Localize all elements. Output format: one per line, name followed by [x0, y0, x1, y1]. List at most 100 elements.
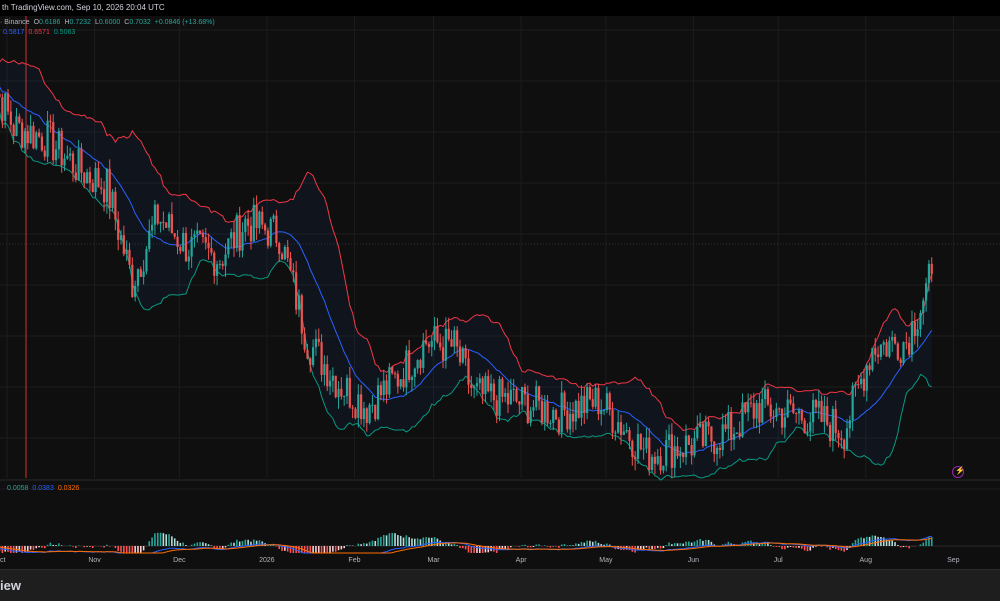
candle-body — [131, 264, 134, 297]
candle-body — [747, 402, 750, 413]
candle-body — [182, 232, 185, 252]
candle-body — [594, 387, 597, 407]
legend-low-value: 0.6000 — [98, 19, 121, 26]
candle-body — [529, 410, 532, 424]
candle-body — [430, 340, 433, 347]
candle-body — [665, 440, 668, 466]
candle-body — [57, 130, 60, 150]
price-chart[interactable]: ct Nov Dec 2026 Feb Mar Apr May Jun Jul Aug Sep — [0, 16, 1000, 569]
candle-body — [521, 386, 524, 405]
x-axis-tick-label: Jun — [688, 557, 699, 564]
candle-body — [735, 432, 738, 434]
candle-body — [470, 384, 473, 389]
candle-body — [732, 433, 736, 440]
candle-body — [758, 403, 761, 423]
candle-body — [882, 342, 885, 345]
candle-body — [37, 132, 41, 137]
candle-body — [673, 446, 676, 468]
x-axis-tick-label: May — [599, 557, 613, 564]
candle-body — [755, 403, 758, 419]
macd-signal-value: 0.0326 — [57, 485, 80, 492]
macd-hist-value: 0.0058 — [7, 485, 29, 492]
candle-body — [908, 342, 911, 355]
candle-body — [851, 385, 854, 421]
candle-body — [713, 441, 716, 455]
candle-body — [916, 329, 919, 337]
candle-body — [221, 263, 224, 266]
candle-body — [489, 383, 493, 392]
candle-body — [125, 249, 128, 255]
candle-body — [481, 378, 484, 395]
candle-body — [690, 445, 693, 456]
candle-body — [365, 408, 368, 423]
x-axis-tick-label: Jul — [774, 557, 783, 564]
candle-body — [35, 132, 38, 149]
candle-body — [605, 393, 608, 411]
candle-body — [656, 456, 659, 464]
alert-lightning-button[interactable]: ⚡ — [952, 466, 965, 478]
candle-body — [447, 328, 450, 340]
candle-body — [145, 249, 148, 272]
candle-body — [230, 232, 233, 239]
candle-body — [179, 246, 182, 252]
candle-body — [368, 404, 371, 423]
candle-body — [628, 430, 631, 441]
candle-body — [269, 218, 272, 246]
candle-body — [600, 410, 603, 415]
candle-body — [535, 386, 538, 408]
candle-body — [464, 348, 467, 359]
candle-body — [74, 172, 77, 180]
candle-body — [727, 412, 730, 429]
candle-body — [351, 407, 354, 409]
candle-body — [566, 410, 569, 430]
candle-body — [69, 153, 72, 156]
candle-body — [232, 232, 236, 248]
candle-body — [659, 456, 662, 471]
candle-body — [639, 433, 642, 450]
candle-body — [515, 388, 518, 402]
candle-body — [814, 399, 818, 408]
footer-bar: iew — [0, 569, 1000, 601]
candle-body — [879, 344, 883, 357]
candle-body — [828, 424, 832, 442]
candle-body — [4, 93, 7, 121]
candle-body — [619, 422, 623, 435]
candle-body — [834, 408, 837, 433]
candle-body — [475, 383, 479, 387]
candle-body — [899, 359, 902, 364]
x-axis-tick-label: ct — [0, 557, 6, 564]
candle-body — [86, 172, 89, 184]
candle-body — [780, 408, 784, 428]
candle-body — [348, 377, 351, 408]
candle-body — [860, 378, 863, 385]
candle-body — [761, 399, 764, 423]
candle-body — [362, 408, 366, 420]
candle-body — [571, 413, 575, 422]
candle-body — [210, 248, 213, 253]
candle-body — [608, 393, 611, 410]
candle-body — [557, 419, 560, 433]
attribution-text: th TradingView.com, Sep 10, 2026 20:04 U… — [2, 3, 165, 12]
candle-body — [512, 388, 515, 390]
candle-body — [247, 218, 250, 226]
candle-body — [97, 168, 100, 188]
candle-body — [473, 386, 476, 389]
candle-body — [105, 168, 108, 203]
candle-body — [823, 406, 826, 422]
candle-body — [876, 354, 880, 357]
candle-body — [560, 392, 563, 433]
candle-body — [227, 238, 230, 255]
candle-body — [543, 401, 546, 423]
candle-body — [323, 364, 326, 375]
x-axis-tick-label: Aug — [860, 557, 873, 564]
candle-body — [357, 394, 360, 418]
candle-body — [648, 437, 651, 471]
candle-body — [207, 242, 210, 249]
candle-body — [586, 387, 589, 414]
candle-body — [297, 295, 301, 310]
candle-body — [913, 321, 916, 337]
candle-body — [922, 300, 925, 313]
candle-body — [111, 191, 114, 209]
candle-body — [252, 204, 255, 242]
candle-body — [314, 338, 318, 348]
